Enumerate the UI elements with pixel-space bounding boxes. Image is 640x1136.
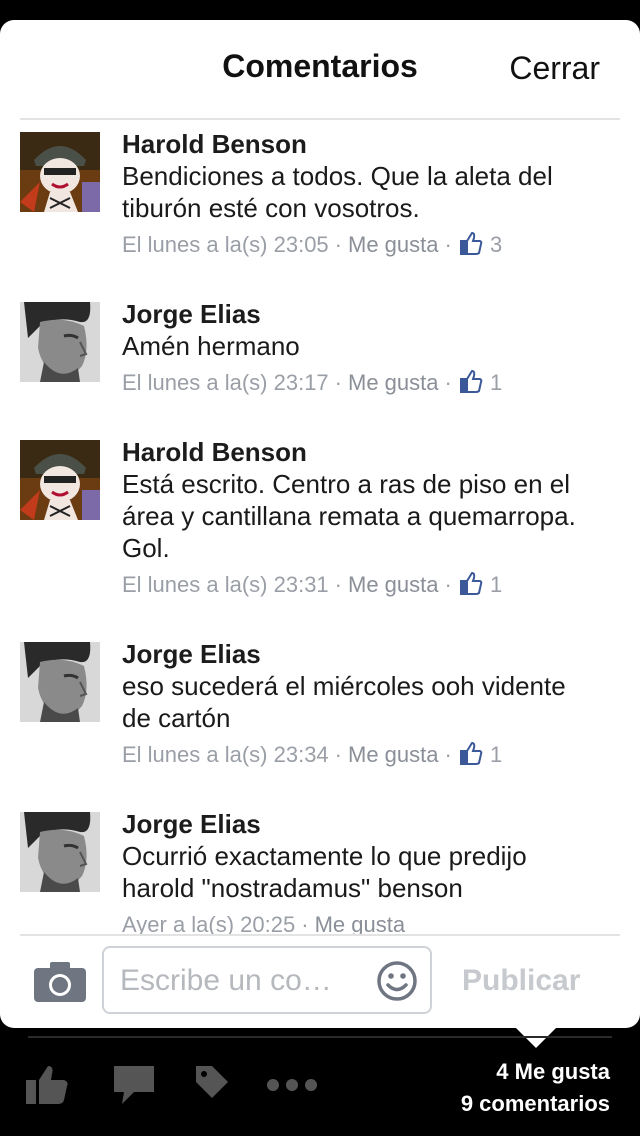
comment-input-box[interactable] xyxy=(102,946,432,1014)
thumbs-up-icon xyxy=(459,369,483,393)
smiley-icon[interactable] xyxy=(376,960,418,1002)
comment-text-line: tiburón esté con vosotros. xyxy=(122,193,420,223)
post-stats[interactable]: 4 Me gusta 9 comentarios xyxy=(461,1056,610,1120)
avatar[interactable] xyxy=(20,642,100,722)
close-button[interactable]: Cerrar xyxy=(509,50,600,87)
like-count: 1 xyxy=(489,572,503,597)
like-link[interactable]: Me gusta xyxy=(348,232,439,257)
thumbs-up-icon xyxy=(459,571,483,595)
timestamp: El lunes a la(s) 23:34 xyxy=(122,742,329,767)
like-count: 1 xyxy=(489,742,503,767)
comment-list[interactable]: Harold Benson Bendiciones a todos. Que l… xyxy=(0,120,640,935)
thumbs-up-icon xyxy=(459,741,483,765)
thumbs-up-icon xyxy=(459,231,483,255)
timestamp: El lunes a la(s) 23:31 xyxy=(122,572,329,597)
comment-meta: El lunes a la(s) 23:31 · Me gusta · 1 xyxy=(122,571,503,597)
like-link[interactable]: Me gusta xyxy=(315,912,406,935)
comment-author[interactable]: Jorge Elias xyxy=(122,638,622,670)
comment-text-line: área y cantillana remata a quemarropa. xyxy=(122,501,576,531)
like-count: 1 xyxy=(489,370,503,395)
divider xyxy=(28,1036,612,1038)
soldier-cartoon-avatar-image xyxy=(20,132,100,212)
comment-text-line: Gol. xyxy=(122,533,170,563)
comment-meta: El lunes a la(s) 23:05 · Me gusta · 3 xyxy=(122,231,503,257)
camera-icon[interactable] xyxy=(34,960,86,1002)
comment-text-line: harold "nostradamus" benson xyxy=(122,873,463,903)
like-icon[interactable] xyxy=(26,1064,70,1104)
comment-meta: Ayer a la(s) 20:25 · Me gusta xyxy=(122,912,406,935)
comment-author[interactable]: Jorge Elias xyxy=(122,808,622,840)
man-profile-photo-image xyxy=(20,642,100,722)
comment-icon[interactable] xyxy=(114,1064,154,1104)
comment-composer: Publicar xyxy=(0,934,640,1028)
like-link[interactable]: Me gusta xyxy=(348,370,439,395)
comment-author[interactable]: Harold Benson xyxy=(122,128,622,160)
comment-text-line: Ocurrió exactamente lo que predijo xyxy=(122,841,527,871)
divider xyxy=(20,934,620,936)
likes-count[interactable]: 4 Me gusta xyxy=(461,1056,610,1088)
comment-text-line: Amén hermano xyxy=(122,331,300,361)
like-count: 3 xyxy=(489,232,503,257)
comment-meta: El lunes a la(s) 23:34 · Me gusta · 1 xyxy=(122,741,503,767)
more-icon[interactable] xyxy=(266,1078,318,1092)
tag-icon[interactable] xyxy=(194,1064,230,1100)
comments-count[interactable]: 9 comentarios xyxy=(461,1088,610,1120)
timestamp: Ayer a la(s) 20:25 xyxy=(122,912,296,935)
comment-text-line: eso sucederá el miércoles ooh vidente xyxy=(122,671,566,701)
avatar[interactable] xyxy=(20,812,100,892)
comment-text-line: Bendiciones a todos. Que la aleta del xyxy=(122,161,553,191)
avatar[interactable] xyxy=(20,302,100,382)
comment-meta: El lunes a la(s) 23:17 · Me gusta · 1 xyxy=(122,369,503,395)
comment-text-line: de cartón xyxy=(122,703,231,733)
man-profile-photo-image xyxy=(20,302,100,382)
comments-sheet: Comentarios Cerrar Harold Benson Bendici… xyxy=(0,20,640,1028)
man-profile-photo-image xyxy=(20,812,100,892)
comment-author[interactable]: Jorge Elias xyxy=(122,298,622,330)
avatar[interactable] xyxy=(20,132,100,212)
publish-button[interactable]: Publicar xyxy=(462,964,580,998)
comment-input[interactable] xyxy=(118,958,372,1004)
comment-author[interactable]: Harold Benson xyxy=(122,436,622,468)
avatar[interactable] xyxy=(20,440,100,520)
timestamp: El lunes a la(s) 23:17 xyxy=(122,370,329,395)
timestamp: El lunes a la(s) 23:05 xyxy=(122,232,329,257)
header: Comentarios Cerrar xyxy=(0,20,640,120)
like-link[interactable]: Me gusta xyxy=(348,572,439,597)
soldier-cartoon-avatar-image xyxy=(20,440,100,520)
like-link[interactable]: Me gusta xyxy=(348,742,439,767)
comment-text-line: Está escrito. Centro a ras de piso en el xyxy=(122,469,571,499)
